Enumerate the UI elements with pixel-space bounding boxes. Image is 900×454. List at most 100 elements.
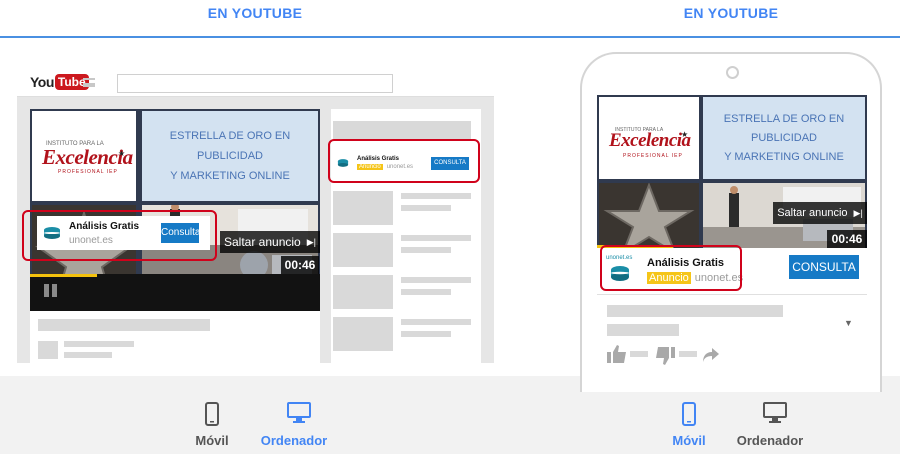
desktop-panel-heading: EN YOUTUBE	[207, 5, 303, 21]
video-player[interactable]: INSTITUTO PARA LA Excelencia ★ PROFESION…	[30, 109, 320, 311]
player-controls	[30, 274, 320, 311]
logo-you: You	[30, 74, 54, 90]
title-placeholder	[38, 319, 210, 331]
skip-arrow-icon: ▶|	[853, 207, 863, 218]
mobile-device-icon[interactable]	[682, 402, 696, 426]
dislike-count-placeholder	[679, 351, 697, 357]
mobile-ad-row[interactable]: unonet.es Análisis Gratis Anuncio unonet…	[597, 250, 867, 290]
related-line	[401, 193, 471, 199]
skip-ad-label: Saltar anuncio	[777, 207, 848, 219]
desktop-device-icon[interactable]	[287, 402, 311, 424]
star-icon: ★	[118, 149, 126, 158]
skip-ad-label: Saltar anuncio	[224, 235, 301, 249]
mobile-video-player[interactable]: INSTITUTO PARA LA Excelencia ★ PROFESION…	[597, 95, 867, 248]
banner-line: Y MARKETING ONLINE	[724, 150, 844, 163]
sidebar-column: Análisis Gratis Anuncio unonet.es CONSUL…	[328, 109, 481, 363]
hamburger-menu-icon[interactable]	[83, 78, 95, 87]
excelencia-logo-tile: INSTITUTO PARA LA Excelencia ★ PROFESION…	[32, 111, 136, 201]
title-placeholder-2	[607, 324, 679, 336]
dislike-icon[interactable]	[655, 347, 675, 365]
youtube-header: You Tube	[17, 67, 494, 97]
like-count-placeholder	[630, 351, 648, 357]
award-banner: ESTRELLA DE ORO EN PUBLICIDAD Y MARKETIN…	[703, 97, 865, 179]
related-line	[401, 331, 451, 337]
consulta-button[interactable]: CONSULTA	[789, 255, 859, 279]
star-trophy-image	[599, 183, 699, 248]
ad-progress-bar[interactable]	[30, 274, 97, 277]
ad-title: Análisis Gratis	[647, 256, 725, 269]
ad-title: Análisis Gratis	[69, 220, 140, 232]
award-banner: ESTRELLA DE ORO EN PUBLICIDAD Y MARKETIN…	[142, 111, 318, 201]
skip-arrow-icon: ▶|	[306, 236, 316, 247]
related-line	[401, 289, 451, 295]
logo-sub: PROFESIONAL IEP	[623, 153, 683, 159]
logo-word: Excelencia	[609, 130, 691, 151]
related-line	[401, 319, 471, 325]
youtube-logo[interactable]: You Tube	[30, 73, 89, 91]
ad-domain: unonet.es	[694, 271, 744, 284]
skip-ad-button[interactable]: Saltar anuncio ▶|	[220, 231, 320, 253]
ad-meta: Anuncio unonet.es	[357, 164, 413, 170]
mobile-panel-heading: EN YOUTUBE	[683, 5, 779, 21]
related-thumb	[333, 275, 393, 309]
ad-meta: Anuncio unonet.es	[647, 271, 744, 284]
divider	[0, 36, 900, 38]
mobile-ad-texts: Análisis Gratis Anuncio unonet.es	[647, 257, 743, 284]
banner-line: PUBLICIDAD	[750, 131, 818, 144]
related-thumb	[333, 233, 393, 267]
ad-badge: Anuncio	[357, 164, 383, 170]
mobile-mockup: INSTITUTO PARA LA Excelencia ★ PROFESION…	[580, 52, 882, 392]
consulta-button[interactable]: Consulta	[161, 223, 200, 243]
ad-badge: Anuncio	[647, 271, 691, 284]
separator	[597, 294, 867, 295]
channel-placeholder	[64, 341, 134, 347]
unonet-logo-icon	[41, 222, 63, 244]
ad-progress-bar[interactable]	[597, 245, 673, 248]
logo-label: unonet.es	[606, 255, 633, 261]
desktop-device-icon[interactable]	[763, 402, 787, 424]
pause-icon-bar	[52, 284, 57, 297]
like-icon[interactable]	[607, 345, 627, 363]
mobile-screen: INSTITUTO PARA LA Excelencia ★ PROFESION…	[597, 95, 867, 392]
ad-domain: unonet.es	[386, 164, 414, 170]
related-line	[401, 235, 471, 241]
unonet-logo-icon: unonet.es	[605, 255, 635, 285]
trophy-star-icon	[599, 183, 699, 248]
banner-line: PUBLICIDAD	[196, 150, 264, 162]
share-icon[interactable]	[703, 348, 719, 362]
related-thumb	[333, 317, 393, 351]
camera-icon	[726, 66, 739, 79]
excelencia-logo-tile: INSTITUTO PARA LA Excelencia ★ PROFESION…	[599, 97, 699, 179]
logo-sub: PROFESIONAL IEP	[58, 169, 118, 175]
related-thumb	[333, 191, 393, 225]
title-placeholder	[607, 305, 783, 317]
overlay-ad[interactable]: Análisis Gratis unonet.es Consulta	[37, 216, 210, 250]
companion-ad[interactable]: Análisis Gratis Anuncio unonet.es CONSUL…	[331, 145, 477, 181]
related-line	[401, 277, 471, 283]
chevron-down-icon[interactable]: ▼	[844, 318, 853, 328]
related-line	[401, 205, 451, 211]
watch-main-column: INSTITUTO PARA LA Excelencia ★ PROFESION…	[22, 109, 320, 363]
banner-line: ESTRELLA DE ORO EN	[723, 112, 845, 125]
ad-title: Análisis Gratis	[357, 156, 400, 162]
consulta-button[interactable]: CONSULTA	[431, 157, 469, 170]
overlay-ad-texts: Análisis Gratis unonet.es	[69, 221, 139, 246]
banner-line: Y MARKETING ONLINE	[170, 170, 290, 182]
unonet-logo-icon	[336, 156, 350, 170]
desktop-mockup: You Tube INSTITUTO PARA LA Excelencia ★ …	[17, 67, 494, 363]
toggle-desktop-label[interactable]: Ordenador	[244, 433, 344, 448]
ad-time-remaining: 00:46	[281, 256, 319, 274]
ad-domain: unonet.es	[69, 234, 113, 246]
ad-time-remaining: 00:46	[827, 230, 867, 248]
star-icon: ★	[681, 130, 689, 139]
pause-icon[interactable]	[44, 284, 49, 297]
mobile-device-icon[interactable]	[205, 402, 219, 426]
sidebar-placeholder	[333, 121, 471, 139]
related-line	[401, 247, 451, 253]
search-input[interactable]	[117, 74, 393, 93]
skip-ad-button[interactable]: Saltar anuncio ▶|	[773, 202, 867, 224]
avatar-placeholder	[38, 341, 58, 359]
banner-line: ESTRELLA DE ORO EN	[169, 130, 291, 142]
toggle-desktop-label[interactable]: Ordenador	[720, 433, 820, 448]
subs-placeholder	[64, 352, 112, 358]
